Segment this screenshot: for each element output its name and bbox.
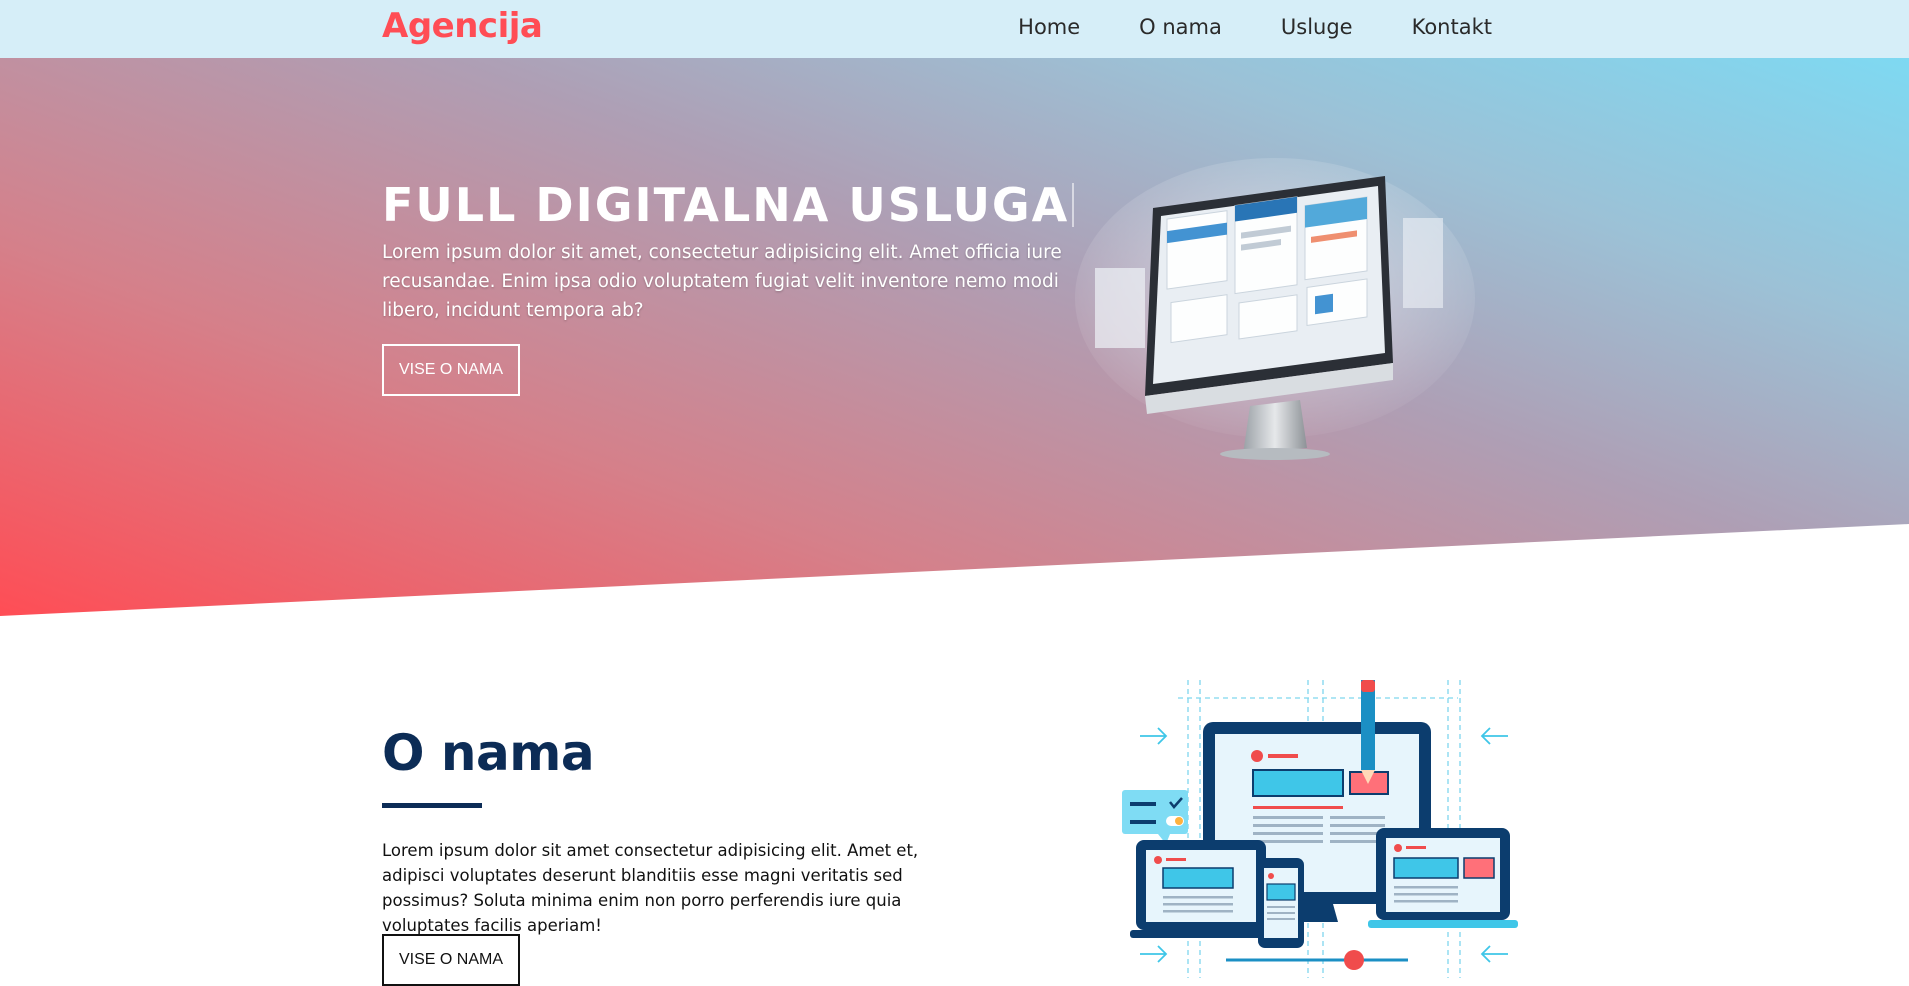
- about-more-button[interactable]: VISE O NAMA: [382, 934, 520, 986]
- hero-title-text: FULL DIGITALNA USLUGA: [382, 178, 1070, 232]
- navbar: Agencija Home O nama Usluge Kontakt: [0, 0, 1909, 58]
- monitor-icon: [1075, 158, 1475, 460]
- nav-link-usluge[interactable]: Usluge: [1281, 15, 1353, 39]
- logo[interactable]: Agencija: [382, 6, 543, 46]
- about-title-underline: [382, 803, 482, 808]
- responsive-devices-icon: [1122, 680, 1518, 978]
- about-title: O nama: [382, 724, 595, 782]
- hero-section: FULL DIGITALNA USLUGA Lorem ipsum dolor …: [0, 58, 1909, 616]
- monitor-websites-illustration: [1075, 148, 1475, 468]
- nav-link-o-nama[interactable]: O nama: [1139, 15, 1222, 39]
- about-text: Lorem ipsum dolor sit amet consectetur a…: [382, 841, 919, 935]
- hero-text: Lorem ipsum dolor sit amet, consectetur …: [382, 242, 1062, 321]
- responsive-devices-illustration: [1118, 672, 1528, 978]
- nav-link-kontakt[interactable]: Kontakt: [1412, 15, 1492, 39]
- nav-link-home[interactable]: Home: [1018, 15, 1080, 39]
- hero-more-button[interactable]: VISE O NAMA: [382, 344, 520, 396]
- hero-title: FULL DIGITALNA USLUGA: [382, 178, 1075, 232]
- typing-cursor: [1072, 183, 1075, 227]
- nav-links: Home O nama Usluge Kontakt: [1018, 15, 1492, 39]
